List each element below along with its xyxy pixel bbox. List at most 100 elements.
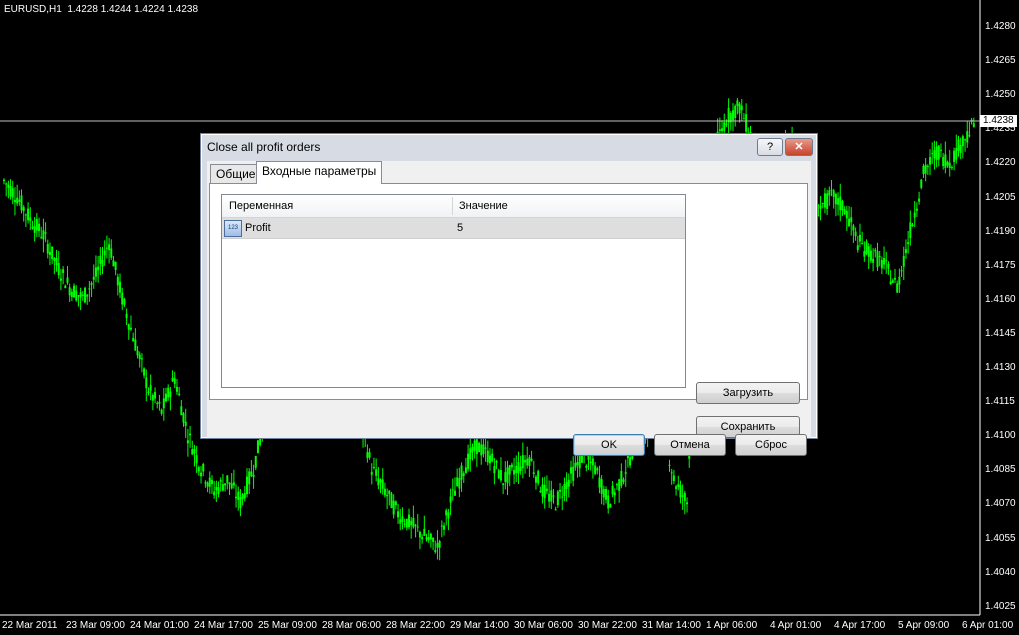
candle-body xyxy=(97,266,100,271)
candle-body xyxy=(182,413,185,423)
candle-body xyxy=(167,387,170,398)
candle-body xyxy=(379,479,382,483)
candle-body xyxy=(252,474,255,478)
candle-body xyxy=(896,283,899,293)
help-button[interactable]: ? xyxy=(757,138,783,156)
candle-body xyxy=(497,470,500,479)
candle-body xyxy=(213,491,216,496)
candle-body xyxy=(670,472,673,474)
candle-body xyxy=(48,251,51,256)
column-header-value[interactable]: Значение xyxy=(459,200,508,212)
candle-body xyxy=(154,391,157,399)
tab-input-parameters[interactable]: Входные параметры xyxy=(256,161,383,184)
candle-body xyxy=(232,482,235,486)
candle-body xyxy=(502,483,505,485)
candle-body xyxy=(517,462,520,474)
candle-body xyxy=(35,219,38,231)
candle-body xyxy=(534,476,537,483)
candle-body xyxy=(889,281,892,285)
candle-body xyxy=(217,487,220,495)
parameters-grid[interactable]: Переменная Значение 123 Profit 5 xyxy=(221,194,686,388)
candle-body xyxy=(70,291,73,297)
candle-body xyxy=(27,208,30,221)
candle-body xyxy=(377,478,380,486)
candle-body xyxy=(421,536,424,540)
candle-body xyxy=(469,448,472,460)
candle-body xyxy=(108,244,111,251)
parameter-row[interactable]: 123 Profit 5 xyxy=(222,218,685,239)
tab-general[interactable]: Общие xyxy=(210,164,262,183)
candle-body xyxy=(410,520,413,526)
candle-body xyxy=(841,201,844,211)
candle-body xyxy=(432,537,435,542)
candle-body xyxy=(918,198,921,202)
candle-body xyxy=(909,222,912,238)
candle-body xyxy=(876,251,879,268)
candle-body xyxy=(90,282,93,285)
time-axis-label: 25 Mar 09:00 xyxy=(258,620,317,631)
candle-body xyxy=(578,455,581,469)
candle-body xyxy=(121,292,124,305)
candle-body xyxy=(742,118,745,120)
candle-body xyxy=(228,482,231,485)
candle-body xyxy=(902,255,905,267)
price-axis-label: 1.4220 xyxy=(985,157,1016,169)
price-axis-label: 1.4040 xyxy=(985,566,1016,578)
price-axis-label: 1.4070 xyxy=(985,498,1016,510)
column-header-variable[interactable]: Переменная xyxy=(229,200,293,212)
candle-body xyxy=(200,472,203,477)
candle-body xyxy=(629,457,632,466)
price-axis-label: 1.4085 xyxy=(985,464,1016,476)
candle-body xyxy=(195,455,198,464)
load-button[interactable]: Загрузить xyxy=(696,382,800,404)
candle-body xyxy=(594,465,597,474)
candle-body xyxy=(904,249,907,254)
candle-body xyxy=(147,391,150,394)
candle-body xyxy=(259,438,262,445)
candle-body xyxy=(77,295,80,297)
time-axis-label: 28 Mar 22:00 xyxy=(386,620,445,631)
column-separator[interactable] xyxy=(452,197,453,215)
candle-body xyxy=(935,146,938,161)
candle-body xyxy=(480,444,483,456)
time-axis-label: 28 Mar 06:00 xyxy=(322,620,381,631)
grid-header: Переменная Значение xyxy=(222,195,685,218)
candle-body xyxy=(9,185,12,197)
candle-body xyxy=(880,259,883,269)
candle-body xyxy=(541,484,544,497)
candle-body xyxy=(740,105,743,111)
candle-body xyxy=(221,484,224,491)
candle-body xyxy=(256,440,259,454)
candle-body xyxy=(241,494,244,500)
candle-body xyxy=(489,455,491,464)
candle-body xyxy=(44,232,47,234)
candle-body xyxy=(618,479,621,491)
integer-type-icon: 123 xyxy=(224,220,242,237)
candle-body xyxy=(401,516,404,522)
candle-body xyxy=(607,495,610,509)
time-axis-label: 1 Apr 06:00 xyxy=(706,620,758,631)
parameter-value[interactable]: 5 xyxy=(457,222,463,234)
time-axis-label: 29 Mar 14:00 xyxy=(450,620,509,631)
candle-body xyxy=(907,242,910,244)
close-button[interactable]: ✕ xyxy=(785,138,813,156)
candle-body xyxy=(891,280,894,283)
cancel-button[interactable]: Отмена xyxy=(654,434,726,456)
candle-body xyxy=(471,446,474,453)
candle-body xyxy=(854,231,857,237)
candle-body xyxy=(375,469,378,476)
candle-body xyxy=(898,276,901,285)
candle-body xyxy=(486,450,489,463)
candle-body xyxy=(114,261,117,270)
candle-body xyxy=(197,467,200,472)
ok-button[interactable]: OK xyxy=(573,434,645,456)
time-axis-label: 30 Mar 06:00 xyxy=(514,620,573,631)
candle-body xyxy=(718,129,721,131)
reset-button[interactable]: Сброс xyxy=(735,434,807,456)
candle-body xyxy=(20,195,23,211)
candle-body xyxy=(559,489,562,492)
candle-body xyxy=(683,492,686,501)
candle-body xyxy=(668,464,671,466)
candle-body xyxy=(18,199,21,202)
candle-body xyxy=(883,258,886,265)
